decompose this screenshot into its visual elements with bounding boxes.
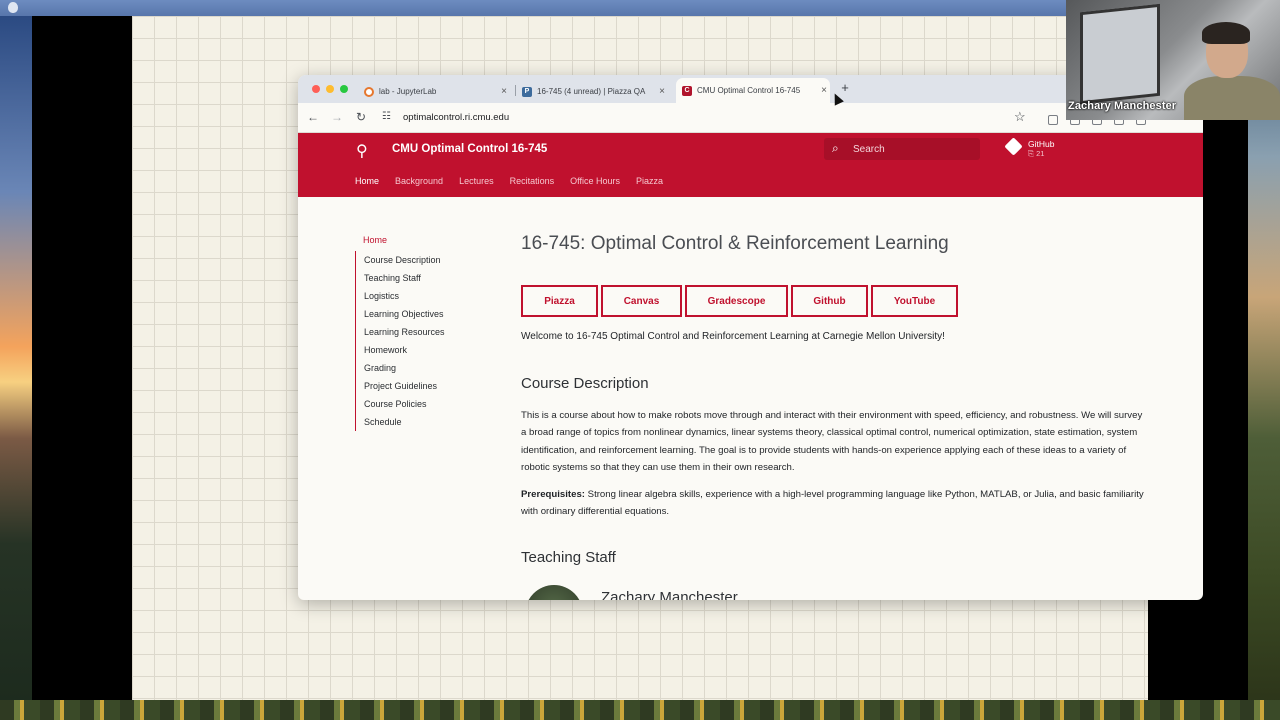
youtube-button[interactable]: YouTube: [871, 285, 958, 317]
nav-recitations[interactable]: Recitations: [510, 176, 555, 186]
github-button[interactable]: Github: [791, 285, 868, 317]
tab-close-button[interactable]: ×: [818, 85, 830, 96]
gradescope-button[interactable]: Gradescope: [685, 285, 788, 317]
site-info-icon[interactable]: ☷: [382, 111, 391, 122]
presenter-body: [1184, 76, 1280, 120]
course-description-heading: Course Description: [521, 375, 649, 392]
presenter-hair: [1202, 22, 1250, 44]
nav-office-hours[interactable]: Office Hours: [570, 176, 620, 186]
link-button-row: Piazza Canvas Gradescope Github YouTube: [521, 285, 958, 317]
wallpaper-left: [0, 16, 32, 720]
reload-icon[interactable]: ↻: [353, 110, 369, 124]
staff-name: Zachary Manchester: [601, 589, 738, 600]
piazza-button[interactable]: Piazza: [521, 285, 598, 317]
tab-piazza[interactable]: P 16-745 (4 unread) | Piazza QA ×: [522, 80, 668, 103]
top-nav: Home Background Lectures Recitations Off…: [355, 176, 663, 186]
extension-icon[interactable]: [1048, 115, 1058, 125]
site-title[interactable]: CMU Optimal Control 16-745: [392, 143, 547, 155]
nav-piazza[interactable]: Piazza: [636, 176, 663, 186]
nav-lectures[interactable]: Lectures: [459, 176, 494, 186]
teaching-staff-heading: Teaching Staff: [521, 549, 616, 566]
wallpaper-right: [1248, 16, 1280, 720]
github-repo-link[interactable]: GitHub ⎘ 21: [1004, 137, 1067, 160]
welcome-text: Welcome to 16-745 Optimal Control and Re…: [521, 331, 945, 342]
tab-label: lab - JupyterLab: [379, 87, 437, 96]
rocket-logo-icon[interactable]: ⚲: [356, 141, 368, 161]
tab-separator: [515, 85, 516, 96]
tab-label: 16-745 (4 unread) | Piazza QA: [537, 87, 646, 96]
toc-item-course-description[interactable]: Course Description: [364, 251, 475, 269]
browser-window: lab - JupyterLab × P 16-745 (4 unread) |…: [298, 75, 1203, 600]
prerequisites-body: Strong linear algebra skills, experience…: [521, 489, 1144, 518]
avatar: [525, 585, 583, 600]
search-icon: ⌕: [832, 141, 839, 155]
wallpaper-bottom: [0, 700, 1280, 720]
toc-item-homework[interactable]: Homework: [364, 341, 475, 359]
toc-item-course-policies[interactable]: Course Policies: [364, 395, 475, 413]
git-icon: [1004, 137, 1023, 156]
nav-background[interactable]: Background: [395, 176, 443, 186]
toc-list: Course Description Teaching Staff Logist…: [355, 251, 475, 431]
address-bar[interactable]: optimalcontrol.ri.cmu.edu: [403, 112, 509, 123]
github-count-value: 21: [1036, 149, 1045, 158]
github-count: ⎘ 21: [1028, 149, 1045, 158]
toc-item-learning-resources[interactable]: Learning Resources: [364, 323, 475, 341]
tab-jupyterlab[interactable]: lab - JupyterLab ×: [364, 80, 510, 103]
back-arrow-icon[interactable]: ←: [305, 110, 321, 124]
webcam-name-label: Zachary Manchester: [1068, 100, 1177, 112]
toc-item-grading[interactable]: Grading: [364, 359, 475, 377]
prerequisites-text: Prerequisites: Strong linear algebra ski…: [521, 486, 1146, 521]
window-minimize-button[interactable]: [326, 85, 334, 93]
window-maximize-button[interactable]: [340, 85, 348, 93]
toc-item-teaching-staff[interactable]: Teaching Staff: [364, 269, 475, 287]
github-label: GitHub: [1028, 139, 1055, 149]
bookmark-star-icon[interactable]: ☆: [1014, 109, 1026, 125]
piazza-icon: P: [522, 86, 532, 97]
window-close-button[interactable]: [312, 85, 320, 93]
canvas-button[interactable]: Canvas: [601, 285, 682, 317]
search-input[interactable]: ⌕ Search: [824, 138, 980, 160]
prerequisites-label: Prerequisites:: [521, 489, 585, 500]
jupyter-icon: [364, 86, 374, 97]
site-header: ⚲ CMU Optimal Control 16-745 ⌕ Search Gi…: [298, 133, 1203, 197]
apple-menu-icon[interactable]: [8, 2, 18, 13]
tab-label: CMU Optimal Control 16-745: [697, 86, 801, 95]
page-title: 16-745: Optimal Control & Reinforcement …: [521, 233, 949, 254]
course-description-text: This is a course about how to make robot…: [521, 410, 1143, 473]
forward-arrow-icon[interactable]: →: [329, 110, 345, 124]
search-placeholder: Search: [853, 144, 885, 155]
toc-item-learning-objectives[interactable]: Learning Objectives: [364, 305, 475, 323]
webcam-overlay: Zachary Manchester: [1066, 0, 1280, 120]
black-panel-left: [32, 16, 132, 700]
toc-item-project-guidelines[interactable]: Project Guidelines: [364, 377, 475, 395]
projector-screen: [1080, 3, 1160, 105]
toc-home[interactable]: Home: [363, 235, 387, 245]
tab-close-button[interactable]: ×: [656, 86, 668, 97]
toc-item-logistics[interactable]: Logistics: [364, 287, 475, 305]
toc-item-schedule[interactable]: Schedule: [364, 413, 475, 431]
cmu-icon: C: [682, 85, 692, 96]
nav-home[interactable]: Home: [355, 176, 379, 186]
tab-close-button[interactable]: ×: [498, 86, 510, 97]
tab-optimal-control[interactable]: C CMU Optimal Control 16-745 ×: [676, 78, 830, 103]
